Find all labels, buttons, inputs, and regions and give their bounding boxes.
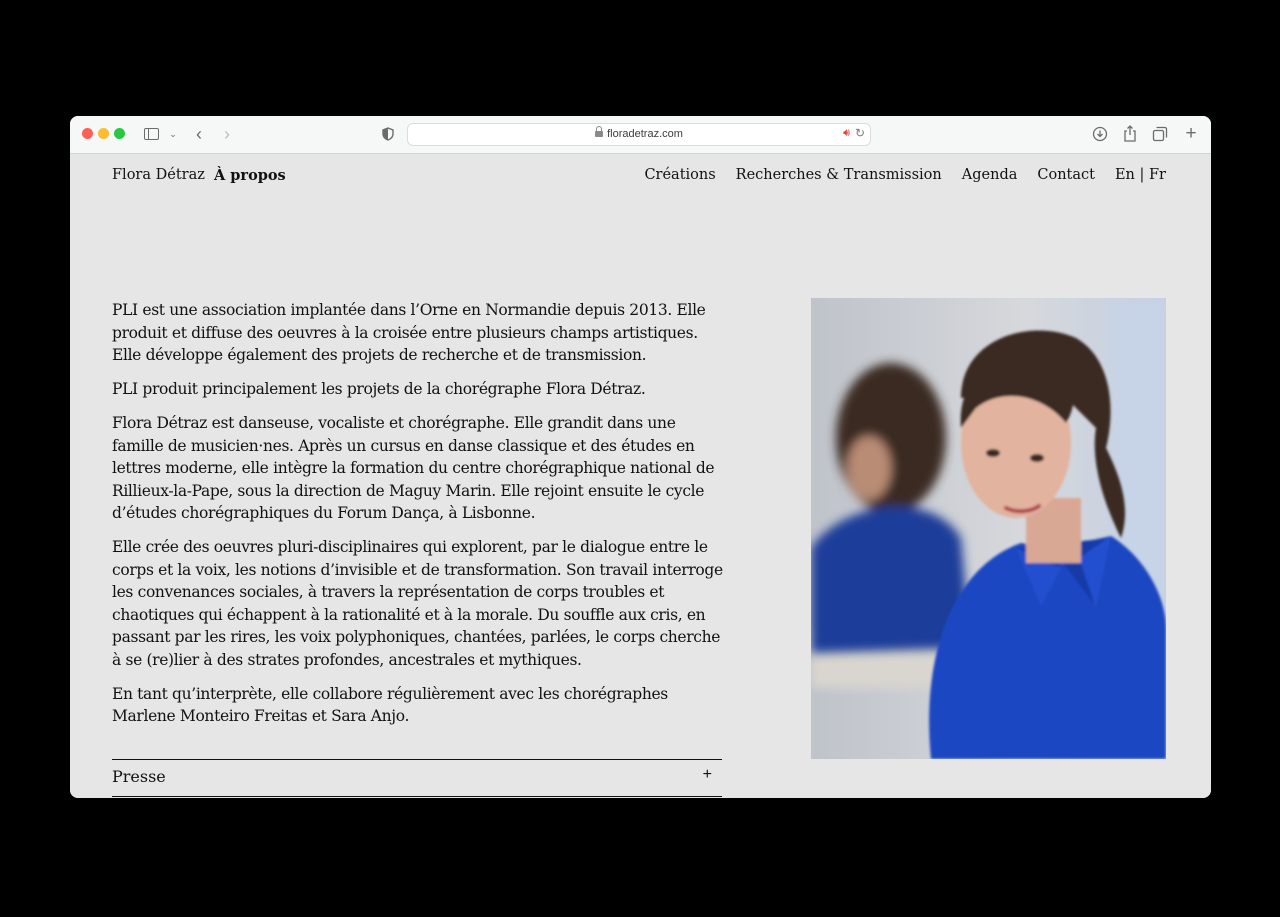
chevron-down-icon[interactable]: ⌄ [167, 124, 179, 144]
sidebar-toggle-icon[interactable] [143, 124, 161, 144]
paragraph: Elle crée des oeuvres pluri-disciplinair… [112, 538, 723, 669]
browser-window: ⌄ ‹ › floradetraz.com 🔊︎ ↻ + Flora Détra… [70, 116, 1211, 798]
nav-item-contact[interactable]: Contact [1037, 167, 1095, 183]
close-window-button[interactable] [82, 128, 93, 139]
nav-about-current[interactable]: À propos [214, 167, 286, 184]
accordion-label: Presse [112, 767, 166, 786]
new-tab-icon[interactable]: + [1182, 124, 1200, 144]
tab-overview-icon[interactable] [1151, 124, 1169, 144]
share-icon[interactable] [1121, 124, 1139, 144]
plus-icon[interactable]: + [703, 766, 712, 784]
main-nav: Créations Recherches & Transmission Agen… [644, 167, 1166, 183]
paragraph: En tant qu’interprète, elle collabore ré… [112, 684, 668, 726]
nav-item-creations[interactable]: Créations [644, 167, 715, 183]
browser-toolbar: ⌄ ‹ › floradetraz.com 🔊︎ ↻ + [70, 116, 1211, 154]
paragraph: Flora Détraz est danseuse, vocaliste et … [112, 414, 715, 522]
url-text: floradetraz.com [607, 128, 683, 140]
back-arrow-icon[interactable]: ‹ [192, 124, 206, 144]
language-switcher[interactable]: En | Fr [1115, 167, 1166, 183]
speaker-icon[interactable]: 🔊︎ [843, 127, 850, 140]
lock-icon [595, 126, 604, 138]
address-bar[interactable]: floradetraz.com 🔊︎ ↻ [407, 123, 871, 146]
portrait-photo [811, 298, 1166, 759]
nav-item-agenda[interactable]: Agenda [962, 167, 1018, 183]
zoom-window-button[interactable] [114, 128, 125, 139]
privacy-shield-icon[interactable] [380, 124, 396, 144]
paragraph: PLI est une association implantée dans l… [112, 301, 706, 364]
website: Flora Détraz À propos Créations Recherch… [70, 154, 1211, 798]
nav-item-recherches-transmission[interactable]: Recherches & Transmission [736, 167, 942, 183]
paragraph: PLI produit principalement les projets d… [112, 380, 646, 398]
site-brand-link[interactable]: Flora Détraz [112, 167, 205, 183]
reload-icon[interactable]: ↻ [855, 126, 865, 140]
minimize-window-button[interactable] [98, 128, 109, 139]
download-icon[interactable] [1091, 124, 1109, 144]
press-accordion[interactable]: Presse + [112, 759, 722, 797]
forward-arrow-icon[interactable]: › [220, 124, 234, 144]
about-text: PLI est une association implantée dans l… [112, 299, 724, 739]
